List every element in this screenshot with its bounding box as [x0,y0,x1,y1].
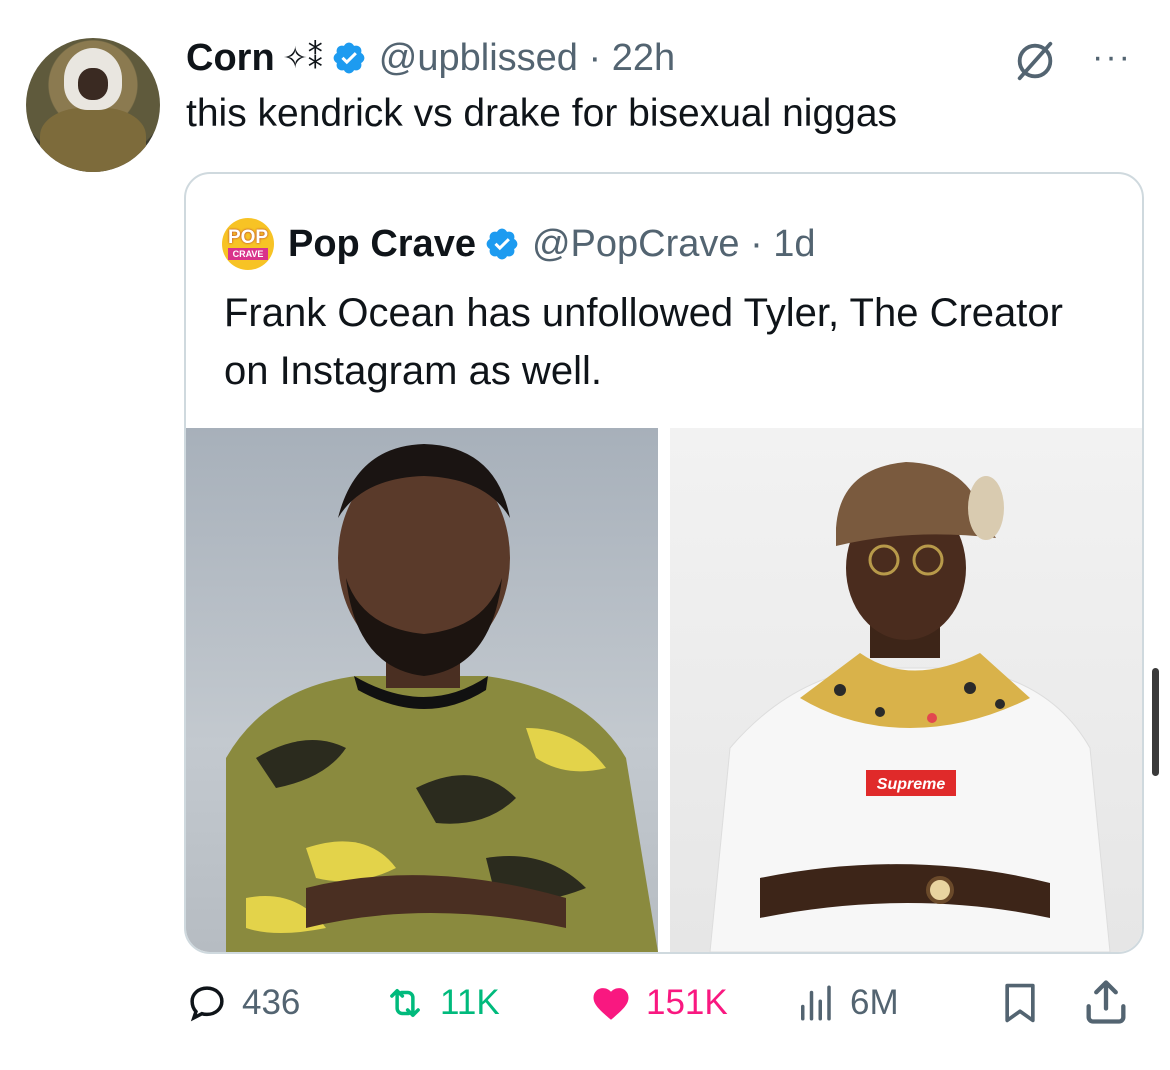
views-icon [801,985,831,1021]
popcrave-logo-text: POP [227,227,269,248]
avatar-face [78,68,108,100]
retweet-button[interactable]: 11K [384,978,500,1028]
quoted-header: POP CRAVE Pop Crave @PopCrave · 1d [222,218,816,270]
scrollbar[interactable] [1152,668,1159,776]
retweet-icon [390,989,420,1017]
more-icon[interactable]: ··· [1092,38,1132,77]
quoted-photo-right[interactable]: Supreme [670,428,1142,952]
quoted-author-handle-time[interactable]: @PopCrave · 1d [532,223,816,266]
author-name[interactable]: Corn [186,37,275,80]
tweet-text: this kendrick vs drake for bisexual nigg… [186,92,898,135]
reply-icon [190,986,224,1022]
avatar-body [40,108,146,172]
reply-count: 436 [242,983,301,1022]
verified-badge-icon [486,228,518,260]
bookmark-icon[interactable] [998,978,1042,1028]
popcrave-logo-subtext: CRAVE [228,248,268,260]
grok-icon[interactable] [1012,38,1058,84]
like-button[interactable]: 151K [590,978,728,1028]
quoted-text: Frank Ocean has unfollowed Tyler, The Cr… [224,291,1063,393]
like-count: 151K [646,983,728,1022]
view-count: 6M [850,983,899,1022]
quoted-author-name[interactable]: Pop Crave [288,223,476,266]
author-decoration: ✧⁑ [282,41,323,75]
tweet-header: Corn ✧⁑ @upblissed · 22h [186,30,675,86]
verified-badge-icon [333,42,365,74]
like-icon [593,988,629,1020]
author-avatar[interactable] [26,38,160,172]
quoted-tweet[interactable]: POP CRAVE Pop Crave @PopCrave · 1d Frank… [184,172,1144,954]
popcrave-avatar[interactable]: POP CRAVE [222,218,274,270]
author-handle-time[interactable]: @upblissed · 22h [379,37,675,80]
reply-button[interactable]: 436 [186,978,300,1028]
views-button[interactable]: 6M [794,978,899,1028]
action-bar: 436 11K 151K 6M [0,970,1170,1040]
quoted-photo-left[interactable] [186,428,658,952]
retweet-count: 11K [440,983,500,1022]
portrait-camo-shirt [226,444,658,952]
portrait-supreme-tee: Supreme [709,462,1111,952]
supreme-box-logo: Supreme [877,776,946,793]
share-icon[interactable] [1080,976,1132,1028]
